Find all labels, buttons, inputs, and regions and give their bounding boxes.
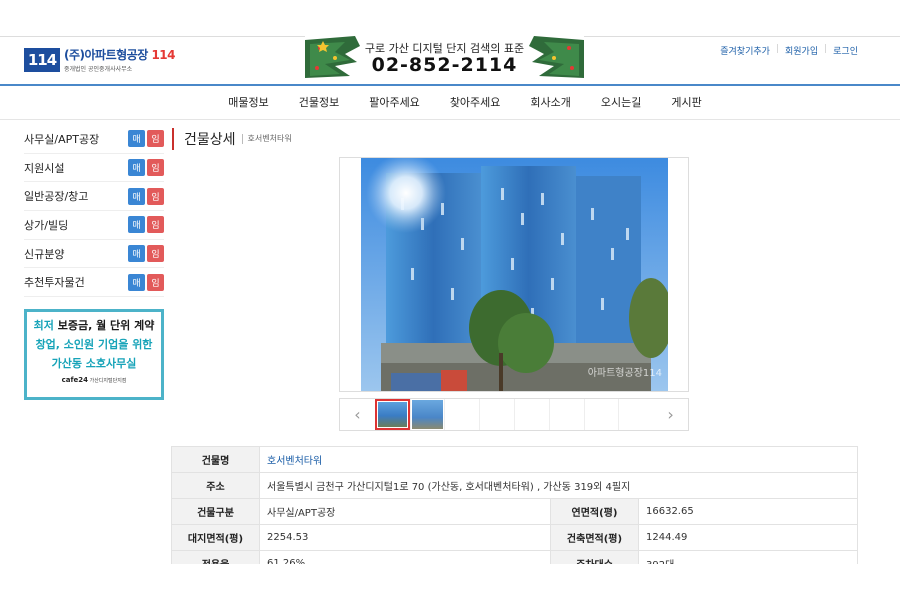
logo-mark: 114 <box>24 47 60 72</box>
ratio-value: 61.26% <box>259 550 551 564</box>
login-link[interactable]: 로그인 <box>833 44 858 57</box>
lease-button[interactable]: 임 <box>147 245 164 263</box>
lease-button[interactable]: 임 <box>147 216 164 234</box>
ad-brand: cafe24 가산디지털단지점 <box>61 376 127 384</box>
thumbnail-empty <box>583 399 619 430</box>
sidebar-item-shop: 상가/빌딩 매임 <box>24 211 164 240</box>
parking-value: 392대 <box>638 550 858 564</box>
sidebar-item-support: 지원시설 매임 <box>24 154 164 183</box>
nav-listings[interactable]: 매물정보 <box>228 86 268 119</box>
logo-subtitle: 중개법인 공인중개사사무소 <box>64 66 133 73</box>
sidebar-item-label[interactable]: 신규분양 <box>24 246 64 262</box>
sidebar-item-office: 사무실/APT공장 매임 <box>24 125 164 154</box>
lease-button[interactable]: 임 <box>147 159 164 177</box>
nav-board[interactable]: 게시판 <box>671 86 701 119</box>
banner-phone: 02-852-2114 <box>371 54 518 76</box>
nav-sell[interactable]: 팔아주세요 <box>369 86 420 119</box>
sidebar-item-label[interactable]: 지원시설 <box>24 160 64 176</box>
table-label: 전용율 <box>171 550 260 564</box>
ad-line-1: 최저 보증금, 월 단위 계약 <box>33 319 155 332</box>
sale-button[interactable]: 매 <box>128 159 145 177</box>
floor-area-value: 16632.65 <box>638 498 858 525</box>
soho-ad-banner[interactable]: 최저 보증금, 월 단위 계약 창업, 소인원 기업을 위한 가산동 소호사무실… <box>24 309 164 400</box>
land-area-value: 2254.53 <box>259 524 551 551</box>
utility-links: 즐겨찾기추가 | 회원가입 | 로그인 <box>720 44 858 57</box>
address-value: 서울특별시 금천구 가산디지털1로 70 (가산동, 호서대벤처타워) , 가산… <box>259 472 858 499</box>
building-area-value: 1244.49 <box>638 524 858 551</box>
lease-button[interactable]: 임 <box>147 273 164 291</box>
site-logo[interactable]: 114 (주)아파트형공장 114 중개법인 공인중개사사무소 <box>24 46 175 73</box>
table-row: 건물명 호서벤처타워 <box>171 446 858 473</box>
logo-title: (주)아파트형공장 114 <box>64 48 175 62</box>
sidebar-item-factory: 일반공장/창고 매임 <box>24 182 164 212</box>
sidebar-item-invest: 추천투자물건 매임 <box>24 268 164 298</box>
sidebar-item-label[interactable]: 상가/빌딩 <box>24 217 68 233</box>
ad-line-3: 가산동 소호사무실 <box>51 357 137 370</box>
sale-button[interactable]: 매 <box>128 273 145 291</box>
breadcrumb: 호서벤처타워 <box>241 134 292 144</box>
page-title: 건물상세 <box>184 132 236 148</box>
sidebar: 사무실/APT공장 매임 지원시설 매임 일반공장/창고 매임 상가/빌딩 매임… <box>24 125 164 298</box>
sidebar-item-label[interactable]: 추천투자물건 <box>24 274 85 290</box>
photo-watermark: 아파트형공장114 <box>587 368 662 379</box>
thumbnail-empty <box>548 399 584 430</box>
next-arrow-icon[interactable]: › <box>653 399 688 430</box>
lease-button[interactable]: 임 <box>147 130 164 148</box>
table-row: 전용율 61.26% 주차대수 392대 <box>171 550 858 564</box>
ad-line-2: 창업, 소인원 기업을 위한 <box>35 338 153 351</box>
table-row: 대지면적(평) 2254.53 건축면적(평) 1244.49 <box>171 524 858 551</box>
main-nav: 매물정보 건물정보 팔아주세요 찾아주세요 회사소개 오시는길 게시판 <box>0 86 900 120</box>
lease-button[interactable]: 임 <box>147 187 164 205</box>
sale-button[interactable]: 매 <box>128 245 145 263</box>
prev-arrow-icon[interactable]: ‹ <box>340 399 375 430</box>
table-label: 건물구분 <box>171 498 260 525</box>
nav-find[interactable]: 찾아주세요 <box>450 86 501 119</box>
thumbnail-empty <box>479 399 514 430</box>
nav-directions[interactable]: 오시는길 <box>601 86 641 119</box>
sidebar-item-new: 신규분양 매임 <box>24 240 164 269</box>
nav-buildings[interactable]: 건물정보 <box>299 86 339 119</box>
thumbnail-strip: ‹ › <box>339 398 689 431</box>
building-photo[interactable]: 아파트형공장114 <box>361 158 668 391</box>
sale-button[interactable]: 매 <box>128 187 145 205</box>
table-label: 대지면적(평) <box>171 524 260 551</box>
thumbnail-empty <box>444 399 479 430</box>
thumbnail-2[interactable] <box>409 399 445 430</box>
sidebar-item-label[interactable]: 일반공장/창고 <box>24 188 88 204</box>
sale-button[interactable]: 매 <box>128 130 145 148</box>
building-name-link[interactable]: 호서벤처타워 <box>267 456 322 467</box>
bookmark-link[interactable]: 즐겨찾기추가 <box>720 44 770 57</box>
thumbnail-1[interactable] <box>374 399 410 430</box>
table-label: 주소 <box>171 472 260 499</box>
table-row: 주소 서울특별시 금천구 가산디지털1로 70 (가산동, 호서대벤처타워) ,… <box>171 472 858 499</box>
table-label: 건축면적(평) <box>550 524 639 551</box>
sale-button[interactable]: 매 <box>128 216 145 234</box>
thumbnail-empty <box>514 399 549 430</box>
building-image-icon <box>361 158 668 391</box>
table-row: 건물구분 사무실/APT공장 연면적(평) 16632.65 <box>171 498 858 525</box>
building-name: 호서벤처타워 <box>259 446 858 473</box>
table-label: 연면적(평) <box>550 498 639 525</box>
type-value: 사무실/APT공장 <box>259 498 551 525</box>
photo-viewer: 아파트형공장114 <box>339 157 689 392</box>
table-label: 주차대수 <box>550 550 639 564</box>
building-detail-table: 건물명 호서벤처타워 주소 서울특별시 금천구 가산디지털1로 70 (가산동,… <box>171 446 858 564</box>
thumbnail-empty <box>618 399 653 430</box>
table-label: 건물명 <box>171 446 260 473</box>
browser-viewport: 114 (주)아파트형공장 114 중개법인 공인중개사사무소 구로 가산 디지… <box>0 36 900 564</box>
sidebar-item-label[interactable]: 사무실/APT공장 <box>24 131 99 147</box>
page-title-block: 건물상세 호서벤처타워 <box>172 128 292 150</box>
phone-banner[interactable]: 구로 가산 디지털 단지 검색의 표준 02-852-2114 <box>305 36 584 78</box>
signup-link[interactable]: 회원가입 <box>785 44 818 57</box>
nav-about[interactable]: 회사소개 <box>530 86 570 119</box>
